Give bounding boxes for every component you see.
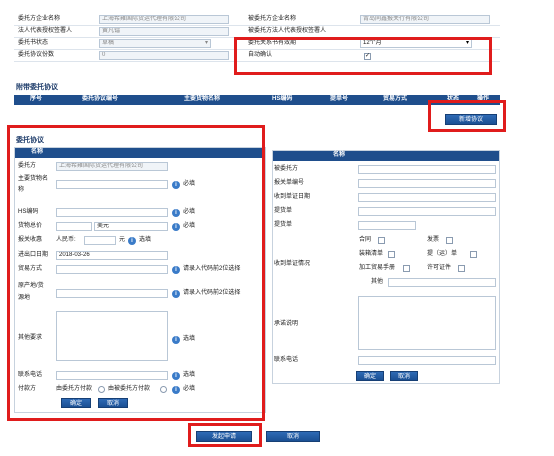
legal-rep-input[interactable]: 黄凡镭 xyxy=(99,27,229,36)
receipt-confirm-button[interactable]: 确定 xyxy=(356,371,384,381)
bill-checkbox[interactable] xyxy=(470,251,477,258)
receipt-cancel-button[interactable]: 取消 xyxy=(390,371,418,381)
remarks-label: 承诺说明 xyxy=(274,321,299,327)
invoice-checkbox[interactable] xyxy=(446,237,453,244)
chevron-down-icon: ▾ xyxy=(204,40,208,46)
packing-label: 装箱清单 xyxy=(359,251,384,257)
attached-title: 附带委托协议 xyxy=(16,84,58,91)
contract-label: 合同 xyxy=(359,237,372,243)
status-select[interactable]: 草稿 ▾ xyxy=(99,39,211,48)
decl-no-input[interactable] xyxy=(358,179,496,188)
count-label: 委托协议份数 xyxy=(18,52,55,58)
license-label: 许可证件 xyxy=(427,265,452,271)
trustee-name-input[interactable]: 青岛同鑫报关行有限公司 xyxy=(360,15,490,24)
remarks-textarea[interactable] xyxy=(358,296,496,350)
legal-rep-label: 法人代表授权签署人 xyxy=(18,28,73,34)
processing-label: 加工贸易手册 xyxy=(359,265,396,271)
highlight-box xyxy=(7,125,265,421)
receipt-date-input[interactable] xyxy=(358,193,496,202)
highlight-box xyxy=(234,37,492,75)
highlight-box xyxy=(428,100,506,132)
license-checkbox[interactable] xyxy=(458,265,465,272)
trustee-label: 被委托方 xyxy=(274,166,299,172)
bl-input[interactable] xyxy=(358,207,496,216)
docs-label: 收到单证情况 xyxy=(274,261,311,267)
right-phone-label: 联系电话 xyxy=(274,357,299,363)
status-value: 草稿 xyxy=(102,40,115,46)
col-header: 委托协议编号 xyxy=(82,96,119,102)
col-header: 贸易方式 xyxy=(383,96,408,102)
trustee-name-label: 被委托方企业名称 xyxy=(248,16,297,22)
trustee-input[interactable] xyxy=(358,165,496,174)
receipt-date-label: 收到单证日期 xyxy=(274,194,311,200)
col-header: HS编码 xyxy=(272,96,293,102)
processing-checkbox[interactable] xyxy=(403,265,410,272)
header-label: 名称 xyxy=(333,152,346,158)
highlight-box xyxy=(188,423,262,447)
count-input[interactable]: 0 xyxy=(99,51,229,60)
decl-no-label: 报关单编号 xyxy=(274,180,305,186)
col-header: 提单号 xyxy=(330,96,349,102)
client-name-input[interactable]: 上海希雍国际货运代理有限公司 xyxy=(99,15,229,24)
bl-label: 提货单 xyxy=(274,208,293,214)
client-name-label: 委托方企业名称 xyxy=(18,16,61,22)
invoice-label: 发票 xyxy=(427,237,440,243)
col-header: 序号 xyxy=(30,96,43,102)
other-docs-input[interactable] xyxy=(388,278,496,287)
other-docs-label: 其他 xyxy=(371,279,384,285)
bl2-label: 提货单 xyxy=(274,222,293,228)
bill-label: 提（运）单 xyxy=(427,251,458,257)
status-label: 委托书状态 xyxy=(18,40,49,46)
footer-cancel-button[interactable]: 取消 xyxy=(266,431,320,442)
right-phone-input[interactable] xyxy=(358,356,496,365)
right-header: 名称 xyxy=(273,151,499,161)
bl2-input[interactable] xyxy=(358,221,416,230)
contract-checkbox[interactable] xyxy=(378,237,385,244)
trustee-legal-label: 被委托方法人代表授权签署人 xyxy=(248,28,327,34)
packing-checkbox[interactable] xyxy=(388,251,395,258)
col-header: 主要货物名称 xyxy=(184,96,221,102)
